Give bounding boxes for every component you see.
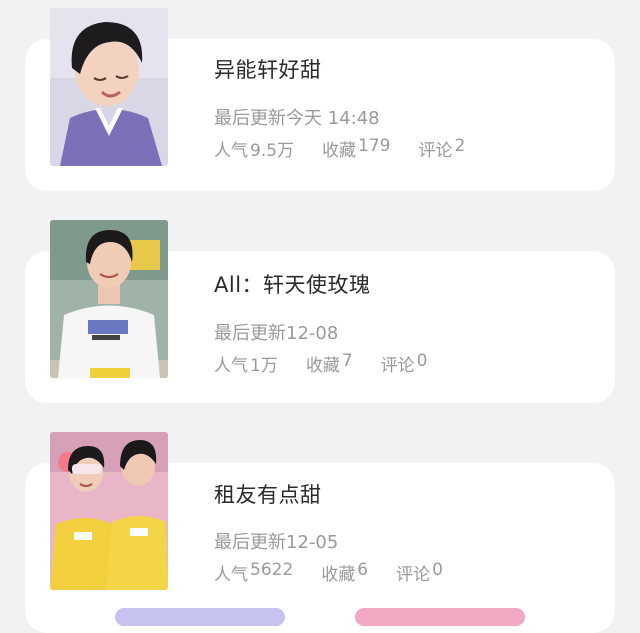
popularity-stat: 人气 1万 (214, 356, 278, 376)
story-title-3[interactable]: 租友有点甜 (214, 479, 322, 509)
story-cover-image-2[interactable] (50, 220, 168, 378)
story-stats-2: 人气 1万 收藏 7 评论 0 (214, 351, 427, 376)
updated-label: 最后更新 (214, 532, 286, 553)
story-cover-image-1[interactable] (50, 8, 168, 166)
story-stats-3: 人气 5622 收藏 6 评论 0 (214, 560, 443, 585)
story-updated-3: 最后更新12-05 (214, 528, 338, 554)
story-cover-image-3[interactable] (50, 432, 168, 590)
popularity-stat: 人气 5622 (214, 560, 294, 585)
story-updated-2: 最后更新12-08 (214, 319, 338, 345)
story-title-2[interactable]: All：轩天使玫瑰 (214, 269, 371, 299)
story-updated-1: 最后更新今天 14:48 (214, 104, 380, 130)
updated-value: 12-08 (286, 323, 339, 344)
updated-value: 12-05 (286, 532, 339, 553)
comments-stat: 评论 0 (380, 351, 428, 376)
favorites-stat: 收藏 6 (321, 560, 369, 585)
updated-label: 最后更新 (214, 108, 286, 129)
favorites-stat: 收藏 179 (322, 136, 391, 161)
comments-stat: 评论 2 (418, 136, 466, 161)
updated-value: 今天 14:48 (286, 108, 380, 129)
bottom-action-button-right[interactable] (355, 608, 525, 626)
updated-label: 最后更新 (214, 323, 286, 344)
favorites-stat: 收藏 7 (305, 351, 353, 376)
comments-stat: 评论 0 (396, 560, 443, 585)
bottom-action-button-left[interactable] (115, 608, 285, 626)
story-stats-1: 人气 9.5万 收藏 179 评论 2 (214, 136, 465, 161)
story-title-1[interactable]: 异能轩好甜 (214, 54, 322, 84)
popularity-stat: 人气 9.5万 (214, 141, 295, 161)
